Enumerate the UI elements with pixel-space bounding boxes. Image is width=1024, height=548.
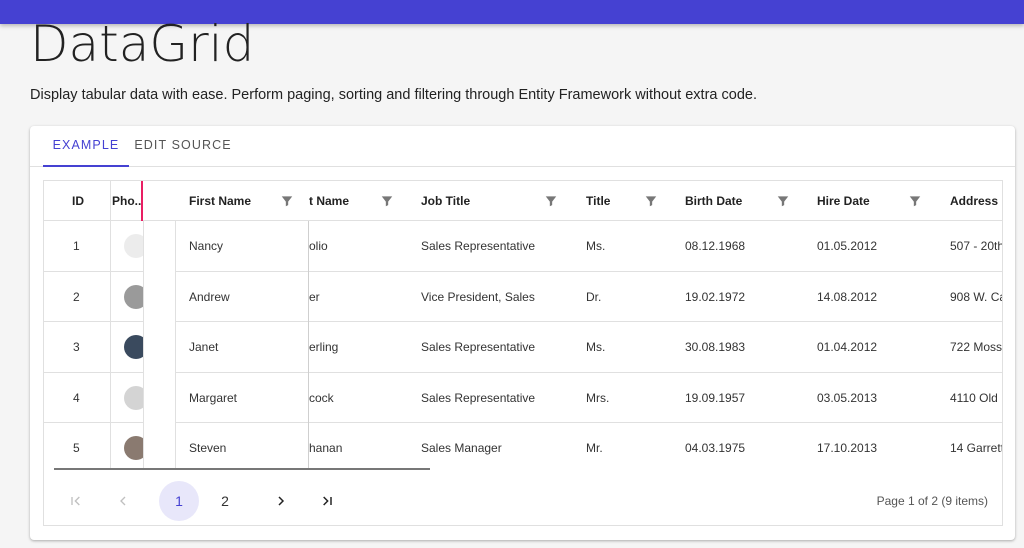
page-button-1[interactable]: 1 bbox=[159, 481, 199, 521]
pager: 1 2 Page 1 of 2 (9 items) bbox=[44, 477, 1002, 525]
cell-first-name: Andrew bbox=[189, 289, 230, 304]
cell-title: Mr. bbox=[586, 441, 603, 455]
cell-last-name: cock bbox=[309, 390, 334, 405]
chevron-right-icon bbox=[278, 496, 285, 506]
grid-header-row: ID Pho... First Name t Name Job Title Ti… bbox=[44, 181, 1002, 221]
cell-last-name: erling bbox=[309, 340, 339, 354]
filter-icon[interactable] bbox=[280, 194, 294, 208]
tab-bar: EXAMPLE EDIT SOURCE bbox=[30, 126, 1015, 167]
cell-title: Ms. bbox=[586, 239, 606, 253]
filter-icon[interactable] bbox=[644, 194, 658, 208]
cell-hire-date: 01.04.2012 bbox=[817, 340, 878, 354]
filter-icon[interactable] bbox=[380, 194, 394, 208]
cell-birth-date: 04.03.1975 bbox=[685, 441, 746, 455]
cell-job-title: Sales Representative bbox=[421, 239, 536, 253]
cell-job-title: Sales Representative bbox=[421, 390, 536, 405]
cell-address: 507 - 20th bbox=[950, 239, 1003, 253]
cell-last-name: hanan bbox=[309, 441, 343, 455]
page-title: DataGrid bbox=[30, 15, 255, 73]
page-description: Display tabular data with ease. Perform … bbox=[30, 87, 757, 103]
cell-title: Ms. bbox=[586, 340, 606, 354]
column-header-birth-date[interactable]: Birth Date bbox=[685, 181, 765, 221]
column-header-id[interactable]: ID bbox=[72, 181, 102, 221]
page-info: Page 1 of 2 (9 items) bbox=[876, 494, 988, 508]
table-row[interactable]: 2 Andrew er Vice President, Sales Dr. 19… bbox=[44, 271, 1003, 322]
last-page-icon bbox=[323, 496, 332, 506]
column-header-first-name[interactable]: First Name bbox=[189, 181, 269, 221]
page-button-2[interactable]: 2 bbox=[205, 481, 245, 521]
avatar bbox=[124, 436, 148, 460]
chevron-left-icon bbox=[120, 496, 126, 506]
cell-id: 2 bbox=[73, 289, 80, 304]
table-row[interactable]: 5 Steven hanan Sales Manager Mr. 04.03.1… bbox=[44, 423, 1003, 474]
cell-hire-date: 01.05.2012 bbox=[817, 239, 878, 253]
column-header-job-title[interactable]: Job Title bbox=[421, 181, 531, 221]
tab-example[interactable]: EXAMPLE bbox=[43, 126, 129, 167]
cell-address: 908 W. Ca bbox=[950, 289, 1003, 304]
cell-address: 722 Moss bbox=[950, 340, 1003, 354]
table-row[interactable]: 4 Margaret cock Sales Representative Mrs… bbox=[44, 372, 1003, 423]
table-row[interactable]: 1 Nancy olio Sales Representative Ms. 08… bbox=[44, 221, 1003, 272]
avatar bbox=[124, 385, 148, 410]
cell-id: 4 bbox=[73, 390, 80, 405]
column-header-hire-date[interactable]: Hire Date bbox=[817, 181, 897, 221]
next-page-button[interactable] bbox=[261, 481, 301, 521]
filter-icon[interactable] bbox=[544, 194, 558, 208]
column-divider bbox=[110, 181, 111, 469]
table-row[interactable]: 3 Janet erling Sales Representative Ms. … bbox=[44, 322, 1003, 373]
cell-last-name: olio bbox=[309, 239, 328, 253]
cell-job-title: Sales Representative bbox=[421, 340, 536, 354]
column-header-address[interactable]: Address bbox=[950, 181, 1002, 221]
cell-birth-date: 19.02.1972 bbox=[685, 289, 746, 304]
column-header-photo[interactable]: Pho... bbox=[112, 181, 142, 221]
cell-title: Mrs. bbox=[586, 390, 610, 405]
example-card: EXAMPLE EDIT SOURCE ID Pho... First Name… bbox=[30, 126, 1015, 540]
first-page-icon bbox=[71, 496, 80, 506]
cell-first-name: Margaret bbox=[189, 390, 238, 405]
data-grid: ID Pho... First Name t Name Job Title Ti… bbox=[43, 180, 1003, 526]
cell-id: 3 bbox=[73, 340, 80, 354]
cell-first-name: Nancy bbox=[189, 239, 224, 253]
cell-address: 14 Garrett bbox=[950, 441, 1003, 455]
cell-id: 5 bbox=[73, 441, 80, 455]
column-drop-indicator[interactable] bbox=[141, 181, 143, 221]
filter-icon[interactable] bbox=[776, 194, 790, 208]
column-header-title[interactable]: Title bbox=[586, 181, 636, 221]
previous-page-button[interactable] bbox=[103, 481, 143, 521]
cell-job-title: Sales Manager bbox=[421, 441, 502, 455]
cell-hire-date: 03.05.2013 bbox=[817, 390, 878, 405]
cell-hire-date: 17.10.2013 bbox=[817, 441, 878, 455]
cell-first-name: Janet bbox=[189, 340, 219, 354]
cell-hire-date: 14.08.2012 bbox=[817, 289, 878, 304]
cell-first-name: Steven bbox=[189, 441, 227, 455]
first-page-button[interactable] bbox=[56, 481, 96, 521]
cell-id: 1 bbox=[73, 239, 80, 253]
tab-edit-source[interactable]: EDIT SOURCE bbox=[134, 126, 232, 167]
cell-title: Dr. bbox=[586, 289, 602, 304]
avatar bbox=[124, 284, 148, 309]
horizontal-scrollbar[interactable] bbox=[54, 468, 430, 470]
cell-last-name: er bbox=[309, 289, 320, 304]
avatar bbox=[124, 335, 148, 359]
last-page-button[interactable] bbox=[307, 481, 347, 521]
cell-birth-date: 30.08.1983 bbox=[685, 340, 746, 354]
column-header-last-name[interactable]: t Name bbox=[309, 181, 379, 221]
filter-icon[interactable] bbox=[908, 194, 922, 208]
cell-birth-date: 19.09.1957 bbox=[685, 390, 746, 405]
cell-birth-date: 08.12.1968 bbox=[685, 239, 746, 253]
cell-job-title: Vice President, Sales bbox=[421, 289, 535, 304]
cell-address: 4110 Old I bbox=[950, 390, 1003, 405]
avatar bbox=[124, 234, 148, 258]
